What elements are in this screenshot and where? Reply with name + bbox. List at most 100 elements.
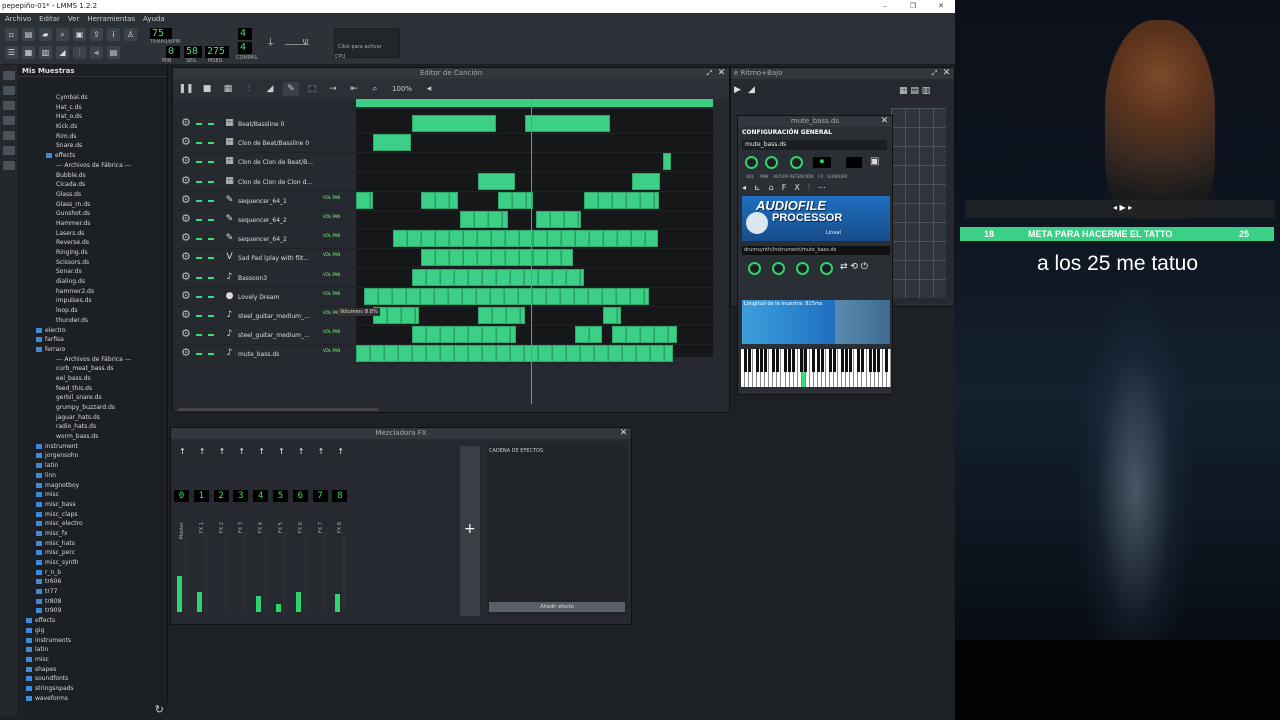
rewind-icon[interactable]: ⇤ <box>346 82 362 96</box>
browser-file[interactable]: thunder.ds <box>18 316 168 326</box>
mute-toggle[interactable] <box>196 238 202 241</box>
gear-icon[interactable]: ⚙ <box>181 136 191 147</box>
piano-black-key[interactable] <box>820 349 824 372</box>
send-arrow-icon[interactable]: ↑ <box>318 447 325 456</box>
amp-knob[interactable] <box>748 262 761 275</box>
browser-file[interactable]: eel_bass.ds <box>18 374 168 384</box>
channel-fader[interactable] <box>322 532 327 612</box>
send-arrow-icon[interactable]: ↑ <box>219 447 226 456</box>
solo-toggle[interactable] <box>208 142 214 145</box>
save-icon[interactable]: ▣ <box>73 28 86 41</box>
solo-toggle[interactable] <box>208 276 214 279</box>
browser-file[interactable]: Cicada.ds <box>18 180 168 190</box>
browser-file[interactable]: grumpy_buzzard.ds <box>18 403 168 413</box>
sample-waveform[interactable]: Longitud de la muestra: 815ms <box>742 300 890 344</box>
mixer-channel[interactable]: ↑ 7 FX 7 <box>312 442 331 622</box>
song-editor-icon[interactable]: ☰ <box>5 46 18 59</box>
browser-file[interactable]: loop.ds <box>18 306 168 316</box>
track-name[interactable]: Sad Pad (play with filt... <box>238 249 320 268</box>
root-directory-icon[interactable] <box>3 146 15 155</box>
piano-black-key[interactable] <box>877 349 881 372</box>
solo-toggle[interactable] <box>208 334 214 337</box>
browser-folder[interactable]: gig <box>18 626 168 636</box>
project-notes-icon[interactable]: ▤ <box>107 46 120 59</box>
info-icon[interactable]: i <box>107 28 120 41</box>
solo-toggle[interactable] <box>208 315 214 317</box>
plugin-tabs[interactable]: ◂⊾⌂FX⫶⋯ <box>742 183 890 193</box>
channel-fader[interactable] <box>223 532 228 612</box>
instrument-name-field[interactable]: mute_bass.ds <box>742 140 887 150</box>
browser-file[interactable]: Snare.ds <box>18 141 168 151</box>
piano-black-key[interactable] <box>844 349 848 372</box>
song-editor-maximize[interactable]: ⤢ <box>704 68 715 79</box>
edit-mode-icon[interactable]: ⬚ <box>304 82 320 96</box>
piano-black-key[interactable] <box>869 349 873 372</box>
browser-folder[interactable]: misc_perc <box>18 548 168 558</box>
piano-black-key[interactable] <box>755 349 759 372</box>
browser-file[interactable]: Ringing.ds <box>18 248 168 258</box>
solo-toggle[interactable] <box>208 219 214 221</box>
horizontal-scrollbar[interactable] <box>178 408 378 411</box>
mute-toggle[interactable] <box>196 315 202 317</box>
gear-icon[interactable]: ⚙ <box>181 232 191 243</box>
gear-icon[interactable]: ⚙ <box>181 347 191 358</box>
send-arrow-icon[interactable]: ↑ <box>258 447 265 456</box>
mixer-channel[interactable]: ↑ 5 FX 5 <box>273 442 291 622</box>
follow-playback-icon[interactable]: → <box>325 82 341 96</box>
piano-keyboard[interactable] <box>741 349 891 387</box>
browser-folder[interactable]: shapes <box>18 665 168 675</box>
add-beat-track-icon[interactable]: ▦ <box>220 82 236 96</box>
browser-file[interactable]: worm_bass.ds <box>18 432 168 442</box>
browser-file[interactable]: Hat_o.ds <box>18 112 168 122</box>
zoom-dropdown-icon[interactable]: ◂ <box>421 82 437 96</box>
browser-file[interactable]: gerbil_snare.ds <box>18 393 168 403</box>
mute-toggle[interactable] <box>196 353 202 356</box>
browser-folder[interactable]: tr77 <box>18 587 168 597</box>
solo-toggle[interactable] <box>208 257 214 260</box>
vol-pan-knobs[interactable]: VOL PAN <box>323 233 340 238</box>
mixer-icon[interactable]: ⫶ <box>73 46 86 59</box>
browser-folder[interactable]: tr606 <box>18 577 168 587</box>
track-name[interactable]: Clon de Clon de Clon d... <box>238 173 320 192</box>
track-name[interactable]: sequencer_64_1 <box>238 192 320 211</box>
timeline-bar[interactable] <box>356 99 713 107</box>
mute-toggle[interactable] <box>196 123 202 125</box>
browser-folder[interactable]: latin <box>18 461 168 471</box>
piano-black-key[interactable] <box>759 349 763 372</box>
browser-folder[interactable]: misc_fx <box>18 529 168 539</box>
browser-file[interactable]: --- Archivos de Fábrica --- <box>18 355 168 365</box>
browser-folder[interactable]: tr808 <box>18 597 168 607</box>
play-icon[interactable]: ▶ <box>734 85 741 95</box>
mixer-channel[interactable]: ↑ 8 FX 8 <box>332 442 350 622</box>
browser-folder[interactable]: farfisa <box>18 335 168 345</box>
close-button[interactable]: ✕ <box>927 0 955 13</box>
piano-black-key[interactable] <box>840 349 844 372</box>
mute-toggle[interactable] <box>196 257 202 260</box>
solo-toggle[interactable] <box>208 353 214 356</box>
browser-folder[interactable]: misc_claps <box>18 510 168 520</box>
metronome-icon[interactable]: ♙ <box>124 28 137 41</box>
piano-black-key[interactable] <box>848 349 852 372</box>
loop-point-knob[interactable] <box>820 262 833 275</box>
add-automation-track-icon[interactable]: ◢ <box>262 82 278 96</box>
track-name[interactable]: mute_bass.ds <box>238 345 320 364</box>
piano-black-key[interactable] <box>743 349 747 372</box>
beat-editor-icon[interactable]: ▦ <box>22 46 35 59</box>
browser-file[interactable]: Sonar.ds <box>18 267 168 277</box>
channel-fader[interactable] <box>302 532 307 612</box>
piano-black-key[interactable] <box>804 349 808 372</box>
piano-black-key[interactable] <box>800 349 804 372</box>
gear-icon[interactable]: ⚙ <box>181 175 191 186</box>
mixer-channel[interactable]: ↑ 4 FX 4 <box>253 442 271 622</box>
track-name[interactable]: Beat/Bassline 0 <box>238 115 320 134</box>
channel-fader[interactable] <box>203 532 208 612</box>
piano-black-key[interactable] <box>885 349 889 372</box>
send-arrow-icon[interactable]: ↑ <box>298 447 305 456</box>
browser-file[interactable]: Scissors.ds <box>18 258 168 268</box>
beat-window-close[interactable]: ✕ <box>941 68 952 79</box>
browser-folder[interactable]: linn <box>18 471 168 481</box>
solo-toggle[interactable] <box>208 199 214 202</box>
minimize-button[interactable]: – <box>871 0 899 13</box>
browser-file[interactable]: Glass_rn.ds <box>18 200 168 210</box>
browser-folder[interactable]: misc <box>18 655 168 665</box>
